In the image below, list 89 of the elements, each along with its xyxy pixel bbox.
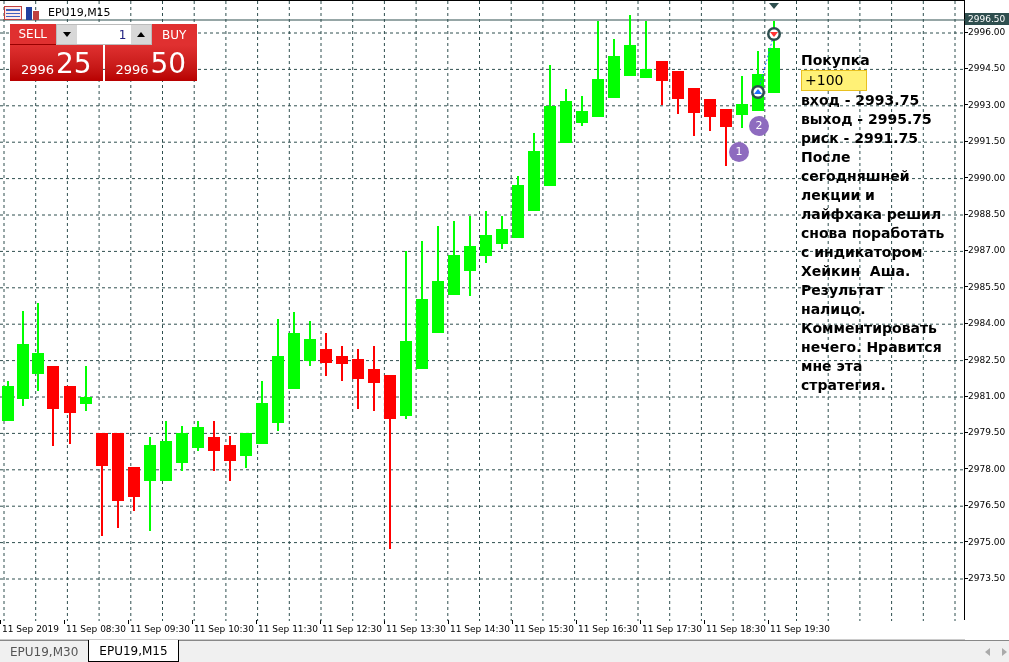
price-tick-label: 2993.00 <box>968 98 1006 111</box>
annotation-line: Результат <box>801 281 883 300</box>
price-tick-label: 2978.00 <box>968 462 1006 475</box>
time-axis-label: 11 Sep 09:30 <box>129 623 191 636</box>
price-tick-label: 2990.00 <box>968 171 1006 184</box>
candlestick <box>624 14 636 77</box>
annotation-line: стратегия. <box>801 376 886 395</box>
buy-price-button[interactable]: 2996 50 <box>104 45 197 81</box>
candlestick <box>352 348 364 410</box>
candlestick <box>128 466 140 512</box>
candlestick <box>208 420 220 472</box>
time-axis-label: 11 Sep 18:30 <box>705 623 767 636</box>
annotation-line: снова поработать <box>801 224 945 243</box>
time-axis-label: 11 Sep 14:30 <box>449 623 511 636</box>
annotation-line: риск - 2991.75 <box>801 129 918 148</box>
annotation-line: налицо. <box>801 300 866 319</box>
step-marker: 2 <box>749 116 769 136</box>
step-marker: 1 <box>729 142 749 162</box>
candlestick <box>704 98 716 132</box>
time-axis-label: 11 Sep 13:30 <box>385 623 447 636</box>
time-axis-label: 11 Sep 10:30 <box>193 623 255 636</box>
price-tick-label: 2979.50 <box>968 426 1006 439</box>
time-axis-label: 11 Sep 19:30 <box>769 623 831 636</box>
marker-triangle-icon <box>769 3 779 9</box>
annotation-line: Комментировать <box>801 319 937 338</box>
price-tick-label: 2991.50 <box>968 135 1006 148</box>
candlestick <box>512 175 524 239</box>
price-tick-label: 2982.50 <box>968 353 1006 366</box>
candlestick <box>160 420 172 482</box>
candlestick <box>240 432 252 469</box>
candlestick <box>496 215 508 250</box>
candlestick <box>640 20 652 79</box>
annotation-line: Хейкин Аша. <box>801 262 911 281</box>
candlestick <box>304 320 316 367</box>
candlestick <box>672 70 684 115</box>
candlestick <box>688 87 700 137</box>
price-tick-label: 2987.00 <box>968 244 1006 257</box>
time-axis-label: 11 Sep 08:30 <box>65 623 127 636</box>
candlestick <box>256 380 268 445</box>
price-tick-label: 2973.50 <box>968 572 1006 584</box>
chart-symbol: EPU19,M15 <box>48 5 111 21</box>
sell-button[interactable]: SELL <box>10 24 56 45</box>
time-axis-label: 11 Sep 15:30 <box>513 623 575 636</box>
annotation-line: с индикатором <box>801 243 923 262</box>
price-tick-label: 2984.00 <box>968 317 1006 330</box>
candlestick <box>736 75 748 129</box>
time-axis-label: 11 Sep 11:30 <box>257 623 319 636</box>
candlestick <box>576 95 588 127</box>
candlestick <box>656 60 668 106</box>
time-axis-label: 11 Sep 17:30 <box>641 623 703 636</box>
candlestick <box>176 425 188 472</box>
time-axis-label: 11 Sep 2019 <box>1 623 60 636</box>
price-tick-label: 2976.50 <box>968 499 1006 512</box>
current-price-label: 2996.50 <box>965 13 1009 25</box>
price-tick-label: 2985.50 <box>968 280 1006 293</box>
candlestick <box>80 365 92 412</box>
chart-tab[interactable]: EPU19,M15 <box>88 640 179 662</box>
time-axis-label: 11 Sep 16:30 <box>577 623 639 636</box>
annotation-line: мне эта <box>801 357 863 376</box>
candlestick <box>320 332 332 377</box>
candlestick <box>608 38 620 99</box>
annotation-line: сегодняшней <box>801 167 910 186</box>
price-tick-label: 2975.00 <box>968 535 1006 548</box>
candlestick <box>480 210 492 264</box>
price-tick-label: 2988.50 <box>968 208 1006 220</box>
annotation-line: выход - 2995.75 <box>801 110 932 129</box>
candlestick <box>720 108 732 167</box>
bar-chart-icon <box>26 6 40 21</box>
buy-button[interactable]: BUY <box>151 24 197 45</box>
candlestick <box>560 88 572 144</box>
candlestick <box>192 420 204 452</box>
price-tick-label: 2981.00 <box>968 390 1006 402</box>
time-axis-label: 11 Sep 12:30 <box>321 623 383 636</box>
price-tick-label: 2994.50 <box>968 62 1006 75</box>
annotation-title: Покупка <box>801 51 870 70</box>
sell-price-button[interactable]: 2996 25 <box>10 45 103 81</box>
candlestick <box>2 380 14 422</box>
annotation-line: нечего. Нравится <box>801 338 942 357</box>
chart-window-icon <box>4 6 22 21</box>
annotation-line: вход - 2993.75 <box>801 91 920 110</box>
candlestick <box>368 345 380 412</box>
annotation-line: лайфхака решил <box>801 205 942 224</box>
annotation-line: лекции и <box>801 186 875 205</box>
price-tick-label: 2996.00 <box>968 26 1006 38</box>
annotation-line: После <box>801 148 851 167</box>
profit-label: +100 <box>801 70 867 91</box>
candlestick <box>64 385 76 445</box>
candlestick <box>336 345 348 382</box>
candlestick <box>224 435 236 482</box>
